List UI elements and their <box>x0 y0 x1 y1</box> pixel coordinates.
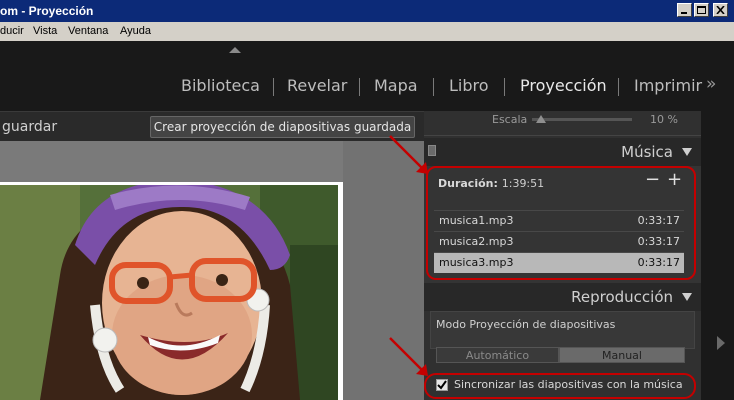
module-proyeccion[interactable]: Proyección <box>520 76 607 95</box>
slide-photo <box>0 185 338 400</box>
collapse-triangle-icon[interactable] <box>682 293 692 302</box>
menu-item-window[interactable]: Ventana <box>68 25 108 37</box>
create-saved-slideshow-button[interactable]: Crear proyección de diapositivas guardad… <box>150 116 415 138</box>
module-imprimir[interactable]: Imprimir <box>634 76 702 95</box>
collapse-top-panel-icon[interactable] <box>228 46 242 54</box>
mode-automatic-button[interactable]: Automático <box>436 347 559 363</box>
more-modules-icon[interactable]: » <box>706 74 716 94</box>
module-biblioteca[interactable]: Biblioteca <box>181 76 260 95</box>
menu-item-library[interactable]: ducir <box>0 25 24 37</box>
window-title-bar: om - Proyección <box>0 0 734 22</box>
music-annotation-oval <box>426 166 696 280</box>
collection-toolbar: guardar Crear proyección de diapositivas… <box>0 111 424 142</box>
module-separator <box>618 78 619 96</box>
expand-right-panel-icon[interactable] <box>717 336 725 350</box>
minimize-icon <box>681 12 687 14</box>
close-icon <box>716 6 725 14</box>
module-libro[interactable]: Libro <box>449 76 489 95</box>
maximize-button[interactable] <box>694 3 709 17</box>
window-title: om - Proyección <box>0 4 94 18</box>
module-separator <box>273 78 274 96</box>
annotation-arrow-icon <box>389 135 428 174</box>
sync-annotation-oval <box>424 373 696 399</box>
module-picker: Biblioteca Revelar Mapa Libro Proyección… <box>0 74 734 100</box>
scale-value: 10 % <box>650 113 678 126</box>
mode-manual-button[interactable]: Manual <box>559 347 685 363</box>
module-revelar[interactable]: Revelar <box>287 76 347 95</box>
slideshow-mode-label: Modo Proyección de diapositivas <box>436 318 616 331</box>
scale-slider[interactable] <box>532 118 632 121</box>
scale-label: Escala <box>492 113 528 126</box>
scale-row: Escala 10 % <box>424 111 701 136</box>
module-separator <box>433 78 434 96</box>
module-mapa[interactable]: Mapa <box>374 76 418 95</box>
minimize-button[interactable] <box>677 3 692 17</box>
playback-section-title: Reproducción <box>571 288 673 306</box>
music-section-header[interactable]: Música <box>424 138 701 166</box>
close-button[interactable] <box>713 3 728 17</box>
menu-bar: ducir Vista Ventana Ayuda <box>0 22 734 41</box>
girl-portrait-image <box>0 185 338 400</box>
playback-section-header[interactable]: Reproducción <box>424 283 701 311</box>
maximize-icon <box>697 6 706 14</box>
scale-slider-thumb-icon[interactable] <box>536 114 546 124</box>
right-panel-edge <box>701 111 734 400</box>
module-separator <box>359 78 360 96</box>
menu-item-help[interactable]: Ayuda <box>120 25 151 37</box>
menu-item-view[interactable]: Vista <box>33 25 57 37</box>
save-label: guardar <box>2 119 58 135</box>
music-section-title: Música <box>621 143 673 161</box>
annotation-arrow-icon <box>389 337 428 376</box>
collapse-triangle-icon[interactable] <box>682 148 692 157</box>
module-separator <box>504 78 505 96</box>
